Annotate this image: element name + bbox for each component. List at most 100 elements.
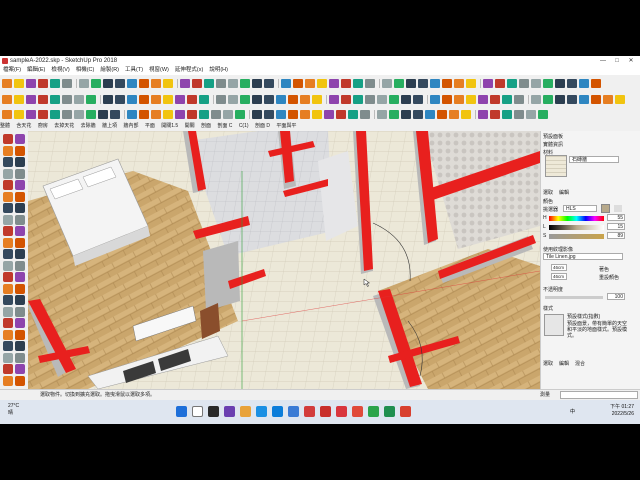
start-menu-icon[interactable] xyxy=(176,406,187,417)
toolbar-tool-icon[interactable] xyxy=(204,78,214,88)
toolbar-tool-icon[interactable] xyxy=(437,109,447,119)
toolbar-tool-icon[interactable] xyxy=(86,109,96,119)
toolbar-tool-icon[interactable] xyxy=(139,78,149,88)
large-tool-icon[interactable] xyxy=(3,191,13,202)
toolbar-tool-icon[interactable] xyxy=(305,78,315,88)
toolbar-tool-icon[interactable] xyxy=(86,94,96,104)
toolbar-tool-icon[interactable] xyxy=(329,78,339,88)
large-tool-icon[interactable] xyxy=(15,134,25,144)
colorize-checkbox-label[interactable]: 著色 xyxy=(599,266,609,273)
toolbar-tool-icon[interactable] xyxy=(406,78,416,88)
scene-tab[interactable]: C(1) xyxy=(239,123,249,129)
toolbar-tool-icon[interactable] xyxy=(74,109,84,119)
toolbar-tool-icon[interactable] xyxy=(187,94,197,104)
scene-tab[interactable]: 開關 xyxy=(185,123,195,129)
s-value[interactable]: 89 xyxy=(607,232,625,239)
toolbar-tool-icon[interactable] xyxy=(62,94,72,104)
input-language[interactable]: 中 xyxy=(570,408,575,415)
toolbar-tool-icon[interactable] xyxy=(353,94,363,104)
toolbar-tool-icon[interactable] xyxy=(300,94,310,104)
toolbar-tool-icon[interactable] xyxy=(199,109,209,119)
large-tool-icon[interactable] xyxy=(15,306,25,317)
toolbar-tool-icon[interactable] xyxy=(163,109,173,119)
toolbar-tool-icon[interactable] xyxy=(461,109,471,119)
toolbar-tool-icon[interactable] xyxy=(615,94,625,104)
toolbar-tool-icon[interactable] xyxy=(413,94,423,104)
toolbar-tool-icon[interactable] xyxy=(139,109,149,119)
scene-tab[interactable]: 剖面 D xyxy=(255,123,270,129)
large-tool-icon[interactable] xyxy=(3,157,13,167)
toolbar-tool-icon[interactable] xyxy=(228,94,238,104)
large-tool-icon[interactable] xyxy=(3,272,13,282)
taskbar-app-icon[interactable] xyxy=(288,406,299,417)
toolbar-tool-icon[interactable] xyxy=(579,78,589,88)
toolbar-tool-icon[interactable] xyxy=(127,78,137,88)
toolbar-tool-icon[interactable] xyxy=(26,94,36,104)
large-tool-icon[interactable] xyxy=(15,329,25,340)
menu-extensions[interactable]: 延伸程式(x) xyxy=(172,66,206,75)
toolbar-tool-icon[interactable] xyxy=(288,109,298,119)
large-tool-icon[interactable] xyxy=(15,272,25,282)
tab-edit[interactable]: 編輯 xyxy=(559,189,569,196)
maximize-button[interactable]: □ xyxy=(610,56,624,66)
toolbar-tool-icon[interactable] xyxy=(514,94,524,104)
toolbar-tool-icon[interactable] xyxy=(62,78,72,88)
toolbar-tool-icon[interactable] xyxy=(466,94,476,104)
toolbar-tool-icon[interactable] xyxy=(454,94,464,104)
scene-tab[interactable]: 去掉天花 xyxy=(54,123,74,129)
toolbar-tool-icon[interactable] xyxy=(14,109,24,119)
toolbar-tool-icon[interactable] xyxy=(216,78,226,88)
large-tool-icon[interactable] xyxy=(3,306,13,317)
large-tool-icon[interactable] xyxy=(15,364,25,374)
measurements-box[interactable] xyxy=(560,391,638,399)
toolbar-tool-icon[interactable] xyxy=(466,78,476,88)
weather-widget[interactable]: 27°C 晴 xyxy=(8,403,19,417)
toolbar-tool-icon[interactable] xyxy=(478,109,488,119)
texture-file-field[interactable]: Tile Linen.jpg xyxy=(543,253,623,260)
menu-edit[interactable]: 編輯(E) xyxy=(24,66,48,75)
toolbar-tool-icon[interactable] xyxy=(555,78,565,88)
large-tool-icon[interactable] xyxy=(3,134,13,144)
toolbar-tool-icon[interactable] xyxy=(14,94,24,104)
toolbar-tool-icon[interactable] xyxy=(127,94,137,104)
toolbar-tool-icon[interactable] xyxy=(187,109,197,119)
material-swatch[interactable] xyxy=(545,155,567,177)
toolbar-tool-icon[interactable] xyxy=(281,78,291,88)
toolbar-tool-icon[interactable] xyxy=(264,78,274,88)
toolbar-tool-icon[interactable] xyxy=(538,109,548,119)
toolbar-tool-icon[interactable] xyxy=(180,78,190,88)
large-tool-icon[interactable] xyxy=(15,145,25,156)
opacity-slider[interactable] xyxy=(545,296,603,299)
taskbar-app-icon[interactable] xyxy=(256,406,267,417)
toolbar-tool-icon[interactable] xyxy=(264,94,274,104)
style-tab-select[interactable]: 選取 xyxy=(543,360,553,367)
toolbar-tool-icon[interactable] xyxy=(543,78,553,88)
toolbar-tool-icon[interactable] xyxy=(163,94,173,104)
toolbar-tool-icon[interactable] xyxy=(502,109,512,119)
scene-tab[interactable]: 平面與平 xyxy=(276,123,296,129)
toolbar-tool-icon[interactable] xyxy=(389,94,399,104)
toolbar-tool-icon[interactable] xyxy=(401,94,411,104)
toolbar-tool-icon[interactable] xyxy=(442,78,452,88)
toolbar-tool-icon[interactable] xyxy=(317,78,327,88)
toolbar-tool-icon[interactable] xyxy=(151,94,161,104)
toolbar-tool-icon[interactable] xyxy=(276,109,286,119)
scene-tab[interactable]: 牆上項 xyxy=(102,123,117,129)
toolbar-tool-icon[interactable] xyxy=(389,109,399,119)
large-tool-icon[interactable] xyxy=(15,249,25,259)
toolbar-tool-icon[interactable] xyxy=(240,78,250,88)
toolbar-tool-icon[interactable] xyxy=(495,78,505,88)
toolbar-tool-icon[interactable] xyxy=(235,109,245,119)
menu-view[interactable]: 檢視(V) xyxy=(48,66,72,75)
toolbar-tool-icon[interactable] xyxy=(353,78,363,88)
menu-window[interactable]: 視窗(W) xyxy=(146,66,172,75)
toolbar-tool-icon[interactable] xyxy=(425,109,435,119)
large-tool-icon[interactable] xyxy=(3,145,13,156)
large-tool-icon[interactable] xyxy=(15,168,25,179)
toolbar-tool-icon[interactable] xyxy=(591,78,601,88)
material-name-field[interactable]: 石磚牆 xyxy=(569,156,619,163)
large-tool-icon[interactable] xyxy=(3,214,13,225)
large-tool-icon[interactable] xyxy=(3,283,13,294)
toolbar-tool-icon[interactable] xyxy=(567,94,577,104)
toolbar-tool-icon[interactable] xyxy=(365,78,375,88)
